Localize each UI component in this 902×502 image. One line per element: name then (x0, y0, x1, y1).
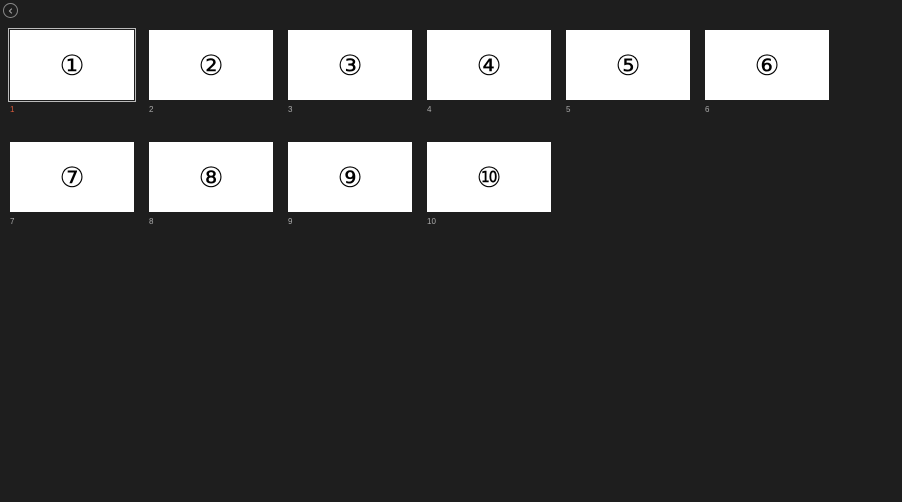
slide-thumb: ⑧ (149, 142, 273, 212)
slide-thumb: ⑩ (427, 142, 551, 212)
slide-thumb: ⑥ (705, 30, 829, 100)
slide-number-label: 7 (10, 217, 134, 226)
slide-number-label: 3 (288, 105, 412, 114)
slide-number-label: 2 (149, 105, 273, 114)
slide-thumbnail-10[interactable]: ⑩ 10 (427, 142, 551, 226)
slide-number-label: 9 (288, 217, 412, 226)
slide-thumbnail-1[interactable]: ①1 (10, 30, 134, 114)
slide-thumbnail-4[interactable]: ④4 (427, 30, 551, 114)
slide-thumbnail-9[interactable]: ⑨9 (288, 142, 412, 226)
slide-number-label: 6 (705, 105, 829, 114)
slide-thumbnail-5[interactable]: ⑤5 (566, 30, 690, 114)
slide-number-label: 1 (10, 105, 134, 114)
slide-grid: ①1②2③3④4⑤5⑥6⑦7⑧8⑨9⑩10 (10, 30, 890, 226)
slide-thumb: ② (149, 30, 273, 100)
slide-thumb: ③ (288, 30, 412, 100)
slide-number-label: 5 (566, 105, 690, 114)
slide-thumbnail-7[interactable]: ⑦7 (10, 142, 134, 226)
slide-number-label: 10 (427, 217, 551, 226)
slide-number-label: 8 (149, 217, 273, 226)
slide-thumb: ① (10, 30, 134, 100)
slide-thumb: ⑤ (566, 30, 690, 100)
slide-thumbnail-6[interactable]: ⑥6 (705, 30, 829, 114)
slide-thumbnail-3[interactable]: ③3 (288, 30, 412, 114)
slide-number-label: 4 (427, 105, 551, 114)
back-button[interactable] (3, 3, 18, 18)
slide-thumb: ⑨ (288, 142, 412, 212)
slide-thumb: ④ (427, 30, 551, 100)
slide-thumb: ⑦ (10, 142, 134, 212)
slide-thumbnail-2[interactable]: ②2 (149, 30, 273, 114)
arrow-left-icon (7, 2, 15, 20)
slide-thumbnail-8[interactable]: ⑧8 (149, 142, 273, 226)
